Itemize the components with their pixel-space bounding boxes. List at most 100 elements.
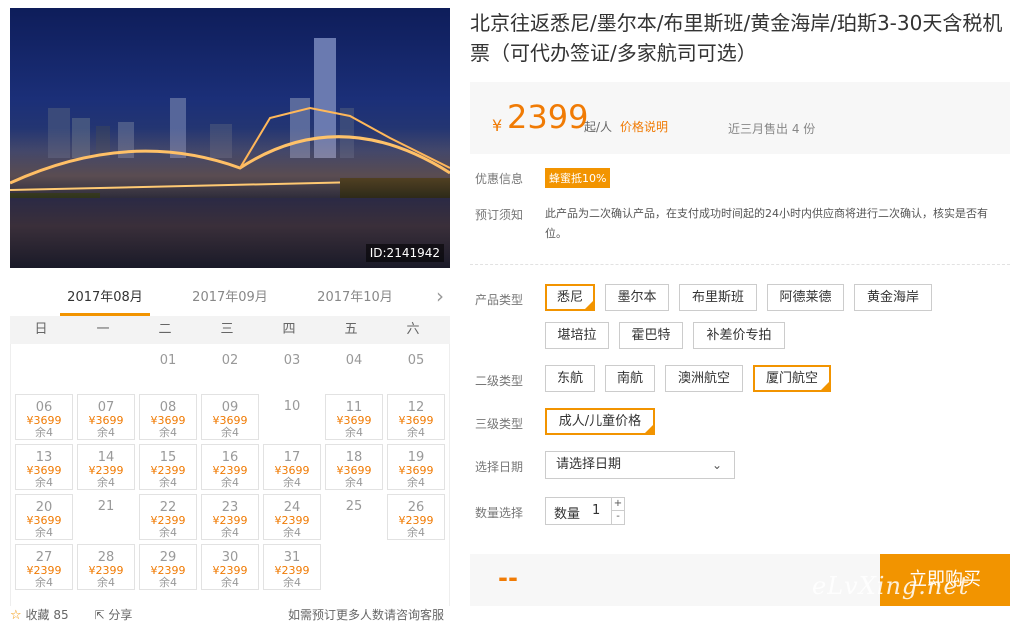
booking-notice: 此产品为二次确认产品，在支付成功时间起的24小时内供应商将进行二次确认，核实是否… [545,207,988,240]
day-number: 05 [407,353,425,368]
day-remaining: 余4 [159,526,177,539]
option-brisbane[interactable]: 布里斯班 [679,284,757,311]
calendar-day[interactable]: 09 ¥3699 余4 [201,394,259,440]
calendar-grid: 01 02 03 04 05 06 ¥3699 余4 07 ¥3699 余4 08 ¥3699 余4 09 ¥… [10,344,450,606]
day-remaining: 余4 [283,576,301,589]
day-number: 16 [221,450,239,465]
price-box: ¥ 2399 起/人 价格说明 近三月售出 4 份 [470,82,1010,154]
option-canberra[interactable]: 堪培拉 [545,322,609,349]
calendar-day: 03 [263,348,321,394]
date-select[interactable]: 请选择日期 ⌄ [545,451,735,479]
option-xiamen-airlines[interactable]: 厦门航空 [753,365,831,392]
day-number: 14 [97,450,115,465]
option-sydney[interactable]: 悉尼 [545,284,595,311]
weekday-label: 五 [344,322,358,337]
option-hobart[interactable]: 霍巴特 [619,322,683,349]
day-remaining: 余4 [407,426,425,439]
option-price-adjustment[interactable]: 补差价专拍 [693,322,785,349]
tab-month-2017-09[interactable]: 2017年09月 [185,286,275,316]
quantity-value[interactable]: 1 [592,503,600,518]
day-number: 10 [283,399,301,414]
calendar-day[interactable]: 26 ¥2399 余4 [387,494,445,540]
day-number: 25 [345,499,363,514]
day-remaining: 余4 [221,526,239,539]
date-label: 选择日期 [475,460,524,474]
calendar-day[interactable]: 22 ¥2399 余4 [139,494,197,540]
calendar-day[interactable]: 07 ¥3699 余4 [77,394,135,440]
calendar-day[interactable]: 16 ¥2399 余4 [201,444,259,490]
chevron-right-icon[interactable]: › [436,284,444,308]
day-remaining: 余4 [345,476,363,489]
calendar-day[interactable]: 13 ¥3699 余4 [15,444,73,490]
day-remaining: 余4 [221,426,239,439]
calendar-day: 21 [77,494,135,540]
calendar-day[interactable]: 15 ¥2399 余4 [139,444,197,490]
calendar-day[interactable]: 28 ¥2399 余4 [77,544,135,590]
day-number: 23 [221,500,239,515]
option-china-eastern[interactable]: 东航 [545,365,595,392]
decrement-button[interactable]: - [611,511,624,524]
day-number: 24 [283,500,301,515]
weekday-label: 四 [282,322,296,337]
product-type-label: 产品类型 [475,293,524,307]
tertiary-type-label: 三级类型 [475,417,524,431]
price-note-link[interactable]: 价格说明 [620,118,668,135]
calendar-day[interactable]: 30 ¥2399 余4 [201,544,259,590]
secondary-type-label: 二级类型 [475,374,524,388]
day-number: 20 [35,500,53,515]
favorite-label[interactable]: 收藏 [25,608,49,622]
option-gold-coast[interactable]: 黄金海岸 [854,284,932,311]
calendar-day[interactable]: 23 ¥2399 余4 [201,494,259,540]
bottom-actions: ☆ 收藏 85 ⇱ 分享 如需预订更多人数请咨询客服 [10,606,450,623]
calendar-weekday-header: 日 一 二 三 四 五 六 [10,316,450,344]
total-price: -- [498,564,518,592]
promo-label: 优惠信息 [475,172,524,186]
option-adult-child-price[interactable]: 成人/儿童价格 [545,408,655,435]
tab-month-2017-10[interactable]: 2017年10月 [310,286,400,316]
day-number: 04 [345,353,363,368]
contact-note: 如需预订更多人数请咨询客服 [288,608,445,622]
day-number: 12 [407,400,425,415]
calendar-day[interactable]: 12 ¥3699 余4 [387,394,445,440]
calendar-day: 25 [325,494,383,540]
day-number: 31 [283,550,301,565]
day-remaining: 余4 [35,476,53,489]
calendar-day[interactable]: 31 ¥2399 余4 [263,544,321,590]
calendar-day[interactable]: 17 ¥3699 余4 [263,444,321,490]
price-unit: 起/人 [584,120,613,134]
day-number: 27 [35,550,53,565]
day-remaining: 余4 [35,426,53,439]
day-number: 22 [159,500,177,515]
divider [470,264,1010,265]
day-remaining: 余4 [283,476,301,489]
calendar-day[interactable]: 19 ¥3699 余4 [387,444,445,490]
option-melbourne[interactable]: 墨尔本 [605,284,669,311]
day-number: 09 [221,400,239,415]
tab-month-2017-08[interactable]: 2017年08月 [60,286,150,316]
calendar-day[interactable]: 08 ¥3699 余4 [139,394,197,440]
calendar-day[interactable]: 18 ¥3699 余4 [325,444,383,490]
calendar-day[interactable]: 27 ¥2399 余4 [15,544,73,590]
calendar-day[interactable]: 24 ¥2399 余4 [263,494,321,540]
day-remaining: 余4 [159,476,177,489]
share-icon[interactable]: ⇱ [94,608,104,622]
increment-button[interactable]: + [611,498,624,511]
calendar-day[interactable]: 29 ¥2399 余4 [139,544,197,590]
weekday-label: 日 [34,322,48,337]
option-adelaide[interactable]: 阿德莱德 [767,284,844,311]
day-number: 30 [221,550,239,565]
day-number: 02 [221,353,239,368]
calendar-day[interactable]: 20 ¥3699 余4 [15,494,73,540]
favorite-count: 85 [53,608,69,622]
product-title: 北京往返悉尼/墨尔本/布里斯班/黄金海岸/珀斯3-30天含税机票（可代办签证/多… [470,11,1003,65]
day-number: 03 [283,353,301,368]
calendar-day[interactable]: 06 ¥3699 余4 [15,394,73,440]
share-label[interactable]: 分享 [108,608,132,622]
calendar-day[interactable]: 11 ¥3699 余4 [325,394,383,440]
calendar-day[interactable]: 14 ¥2399 余4 [77,444,135,490]
option-qantas[interactable]: 澳洲航空 [665,365,743,392]
weekday-label: 三 [220,322,234,337]
day-number: 26 [407,500,425,515]
option-china-southern[interactable]: 南航 [605,365,655,392]
day-remaining: 余4 [407,526,425,539]
